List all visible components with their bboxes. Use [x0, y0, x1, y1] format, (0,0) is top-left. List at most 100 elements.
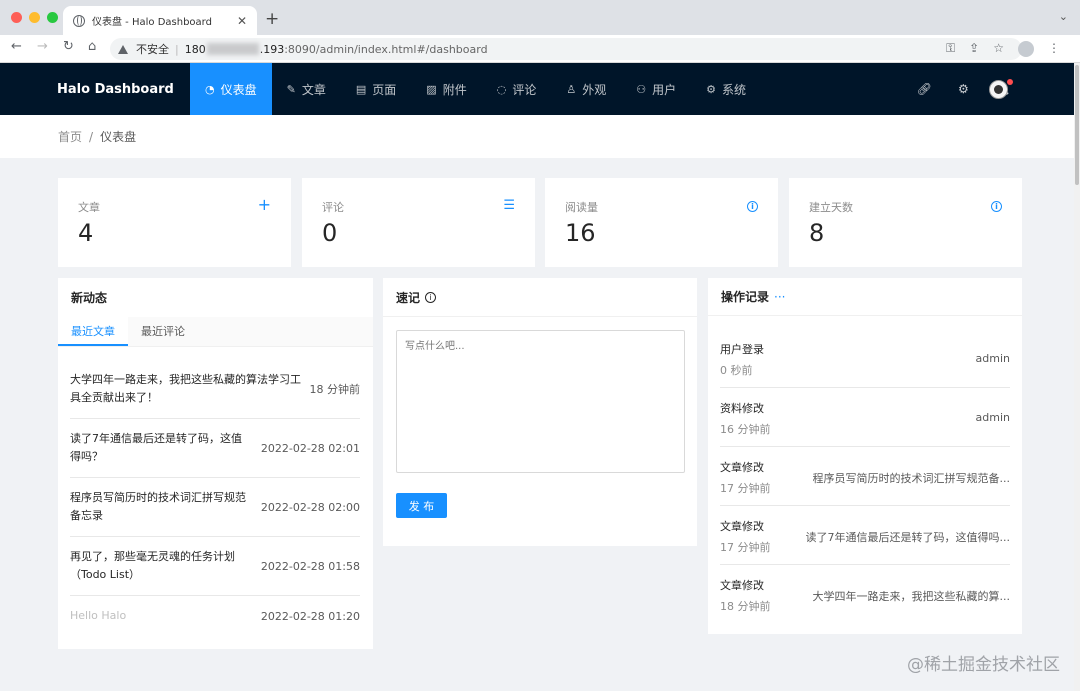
menu-item-posts[interactable]: ✎ 文章	[272, 63, 341, 115]
activity-card: 新动态 最近文章 最近评论 大学四年一路走来，我把这些私藏的算法学习工具全贡献出…	[58, 278, 373, 649]
list-icon[interactable]: ☰	[503, 198, 515, 213]
browser-toolbar: ← → ↻ ⌂ 不安全 | 180 .193 :8090/admin/index…	[0, 35, 1080, 63]
redacted-ip	[206, 43, 259, 55]
card-title: 操作记录	[721, 290, 770, 304]
log-item: 文章修改 18 分钟前 大学四年一路走来，我把这些私藏的算...	[720, 565, 1010, 624]
new-tab-button[interactable]: +	[265, 9, 279, 29]
picture-icon: ▨	[426, 82, 437, 96]
menu-item-appearance[interactable]: ♙ 外观	[551, 63, 621, 115]
stat-value: 4	[78, 219, 94, 247]
menu-item-attachments[interactable]: ▨ 附件	[411, 63, 481, 115]
share-icon[interactable]: ⇪	[969, 41, 979, 57]
post-time: 2022-02-28 01:20	[260, 609, 360, 623]
chevron-down-icon[interactable]: ⌄	[1059, 10, 1068, 23]
stat-card-views: 阅读量 16 i	[545, 178, 778, 267]
log-time: 17 分钟前	[720, 541, 771, 554]
post-title[interactable]: 程序员写简历时的技术词汇拼写规范备忘录	[70, 489, 250, 525]
setting-icon: ⚙	[706, 82, 716, 96]
menu-label: 系统	[721, 82, 746, 97]
log-item: 用户登录 0 秒前 admin	[720, 329, 1010, 388]
breadcrumb-separator: /	[89, 129, 94, 144]
close-tab-icon[interactable]: ✕	[237, 14, 247, 28]
menu-item-dashboard[interactable]: ◔ 仪表盘	[190, 63, 272, 115]
log-item: 资料修改 16 分钟前 admin	[720, 388, 1010, 447]
post-title[interactable]: 读了7年通信最后还是转了码，这值得吗？	[70, 430, 250, 466]
tab-recent-comments[interactable]: 最近评论	[128, 317, 198, 346]
more-icon[interactable]: ···	[774, 290, 785, 304]
breadcrumb: 首页 / 仪表盘	[0, 115, 1074, 158]
post-time: 18 分钟前	[309, 383, 361, 396]
publish-button[interactable]: 发 布	[396, 493, 447, 518]
list-item[interactable]: 读了7年通信最后还是转了码，这值得吗？ 2022-02-28 02:01	[70, 419, 360, 478]
more-icon[interactable]: ⋮	[1048, 41, 1060, 57]
stat-value: 0	[322, 219, 338, 247]
stat-label: 评论	[322, 201, 344, 214]
minimize-window-button[interactable]	[29, 12, 40, 23]
log-time: 0 秒前	[720, 364, 753, 377]
activity-tabs: 最近文章 最近评论	[58, 317, 373, 347]
log-time: 16 分钟前	[720, 423, 771, 436]
reload-button[interactable]: ↻	[63, 39, 74, 54]
tab-recent-posts[interactable]: 最近文章	[58, 317, 128, 346]
log-type: 文章修改	[720, 461, 764, 474]
app-header: Halo Dashboard ◔ 仪表盘 ✎ 文章 ▤ 页面 ▨ 附件 ◌ 评论…	[0, 63, 1080, 115]
menu-item-comments[interactable]: ◌ 评论	[482, 63, 552, 115]
warning-icon	[118, 44, 128, 54]
log-content: admin	[975, 352, 1010, 365]
notification-dot	[1007, 79, 1013, 85]
post-title[interactable]: 大学四年一路走来，我把这些私藏的算法学习工具全贡献出来了！	[70, 371, 308, 407]
browser-tab[interactable]: 仪表盘 - Halo Dashboard ✕	[63, 6, 257, 35]
tab-title: 仪表盘 - Halo Dashboard	[92, 17, 212, 28]
list-item[interactable]: 程序员写简历时的技术词汇拼写规范备忘录 2022-02-28 02:00	[70, 478, 360, 537]
window-controls	[11, 12, 58, 23]
app-logo[interactable]: Halo Dashboard	[0, 82, 190, 97]
stat-card-comments: 评论 0 ☰	[302, 178, 535, 267]
info-icon[interactable]: i	[747, 198, 758, 213]
dashboard-icon: ◔	[205, 82, 215, 96]
breadcrumb-home[interactable]: 首页	[58, 128, 82, 145]
card-title: 新动态	[71, 291, 108, 305]
address-bar[interactable]: 不安全 | 180 .193 :8090/admin/index.html#/d…	[110, 38, 1022, 60]
close-window-button[interactable]	[11, 12, 22, 23]
list-item[interactable]: Hello Halo 2022-02-28 01:20	[70, 596, 360, 636]
log-content: admin	[975, 411, 1010, 424]
stat-label: 阅读量	[565, 201, 598, 214]
log-item: 文章修改 17 分钟前 程序员写简历时的技术词汇拼写规范备...	[720, 447, 1010, 506]
main-menu: ◔ 仪表盘 ✎ 文章 ▤ 页面 ▨ 附件 ◌ 评论 ♙ 外观 ⚇ 用户 ⚙ 系统	[190, 63, 761, 115]
memo-input[interactable]	[396, 330, 685, 473]
link-icon[interactable]: 🔗︎	[917, 82, 932, 96]
plus-icon[interactable]: +	[258, 195, 271, 214]
profile-icon[interactable]	[1017, 41, 1034, 57]
user-avatar[interactable]	[989, 80, 1008, 99]
post-title[interactable]: 再见了，那些毫无灵魂的任务计划（Todo List）	[70, 548, 250, 584]
menu-item-pages[interactable]: ▤ 页面	[341, 63, 411, 115]
star-icon[interactable]: ☆	[993, 41, 1004, 57]
info-icon[interactable]: i	[425, 291, 437, 303]
url-path: :8090/admin/index.html#/dashboard	[284, 42, 488, 56]
menu-label: 页面	[372, 82, 397, 97]
menu-item-system[interactable]: ⚙ 系统	[691, 63, 761, 115]
setting-icon[interactable]: ⚙	[958, 82, 969, 96]
list-item[interactable]: 再见了，那些毫无灵魂的任务计划（Todo List） 2022-02-28 01…	[70, 537, 360, 596]
log-type: 文章修改	[720, 520, 764, 533]
stat-card-posts: 文章 4 +	[58, 178, 291, 267]
maximize-window-button[interactable]	[47, 12, 58, 23]
toolbar-actions: ⚿ ⇪ ☆ ⋮	[946, 41, 1060, 57]
log-type: 文章修改	[720, 579, 764, 592]
forward-button[interactable]: →	[37, 39, 48, 54]
log-content: 大学四年一路走来，我把这些私藏的算...	[812, 590, 1011, 603]
info-icon[interactable]: i	[991, 198, 1002, 213]
memo-card: 速记 i 发 布	[383, 278, 697, 546]
home-button[interactable]: ⌂	[88, 39, 96, 54]
log-type: 资料修改	[720, 402, 764, 415]
list-item[interactable]: 大学四年一路走来，我把这些私藏的算法学习工具全贡献出来了！ 18 分钟前	[70, 360, 360, 419]
menu-label: 评论	[512, 82, 537, 97]
log-content: 读了7年通信最后还是转了码，这值得吗...	[805, 531, 1011, 544]
post-title[interactable]: Hello Halo	[70, 607, 250, 625]
menu-label: 附件	[442, 82, 467, 97]
key-icon[interactable]: ⚿	[946, 41, 955, 57]
back-button[interactable]: ←	[11, 39, 22, 54]
menu-item-users[interactable]: ⚇ 用户	[621, 63, 691, 115]
book-icon: ▤	[355, 82, 367, 96]
page-scrollbar[interactable]	[1074, 63, 1080, 691]
